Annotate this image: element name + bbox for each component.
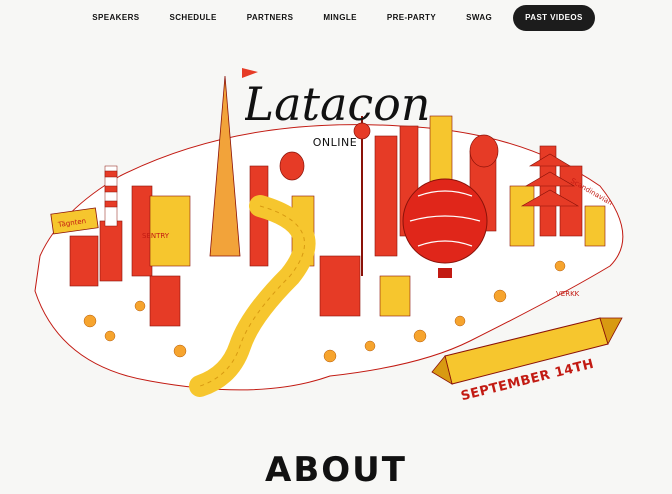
sign-sentry-text: SENTRY	[142, 232, 170, 240]
about-heading: ABOUT	[265, 450, 407, 490]
nav-speakers[interactable]: SPEAKERS	[77, 5, 154, 31]
sign-verkk-text: VERKK	[556, 290, 580, 298]
top-nav: SPEAKERS SCHEDULE PARTNERS MINGLE PRE-PA…	[0, 5, 672, 31]
nav-past-videos-button[interactable]: PAST VIDEOS	[513, 5, 595, 31]
svg-text:Latacon: Latacon	[245, 77, 430, 131]
logo-subtitle: ONLINE	[312, 136, 358, 149]
latacon-logo: Latacon	[245, 77, 430, 131]
nav-pre-party[interactable]: PRE-PARTY	[372, 5, 451, 31]
nav-swag[interactable]: SWAG	[451, 5, 507, 31]
nav-mingle[interactable]: MINGLE	[308, 5, 372, 31]
hero-illustration: Latacon ONLINE SEPTEMBER 14TH Tägnten SE…	[0, 36, 672, 416]
nav-partners[interactable]: PARTNERS	[232, 5, 309, 31]
nav-schedule[interactable]: SCHEDULE	[154, 5, 231, 31]
